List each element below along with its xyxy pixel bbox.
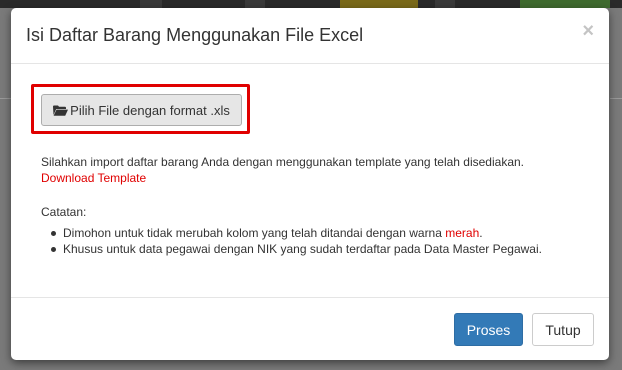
background-divider <box>610 98 622 99</box>
proses-button[interactable]: Proses <box>454 313 523 346</box>
background-nav-item <box>340 0 418 8</box>
bullet-icon <box>51 231 56 236</box>
choose-file-button[interactable]: Pilih File dengan format .xls <box>41 94 242 126</box>
note-text: Dimohon untuk tidak merubah kolom yang t… <box>63 226 446 240</box>
note-text-end: . <box>479 226 483 240</box>
modal-body: Pilih File dengan format .xls Silahkan i… <box>11 65 609 297</box>
modal-title: Isi Daftar Barang Menggunakan File Excel <box>26 25 364 45</box>
list-item: Dimohon untuk tidak merubah kolom yang t… <box>51 225 542 241</box>
notes-list: Dimohon untuk tidak merubah kolom yang t… <box>51 225 542 257</box>
notes-heading: Catatan: <box>41 205 87 219</box>
list-item: Khusus untuk data pegawai dengan NIK yan… <box>51 241 542 257</box>
note-highlight-word: merah <box>445 226 480 240</box>
import-description: Silahkan import daftar barang Anda denga… <box>41 155 525 169</box>
modal-footer: Proses Tutup <box>11 297 609 360</box>
folder-open-icon <box>53 105 69 116</box>
background-nav-item <box>520 0 610 8</box>
import-excel-modal: Isi Daftar Barang Menggunakan File Excel… <box>11 8 609 360</box>
download-template-link[interactable]: Download Template <box>41 171 146 185</box>
modal-header: Isi Daftar Barang Menggunakan File Excel… <box>11 8 609 64</box>
background-nav-item <box>140 0 162 8</box>
background-nav-item <box>435 0 455 8</box>
bullet-icon <box>51 247 56 252</box>
choose-file-label: Pilih File dengan format .xls <box>70 102 230 118</box>
tutup-button[interactable]: Tutup <box>532 313 594 346</box>
background-nav-item <box>245 0 265 8</box>
close-icon[interactable]: × <box>582 21 594 41</box>
note-text: Khusus untuk data pegawai dengan NIK yan… <box>63 242 542 256</box>
